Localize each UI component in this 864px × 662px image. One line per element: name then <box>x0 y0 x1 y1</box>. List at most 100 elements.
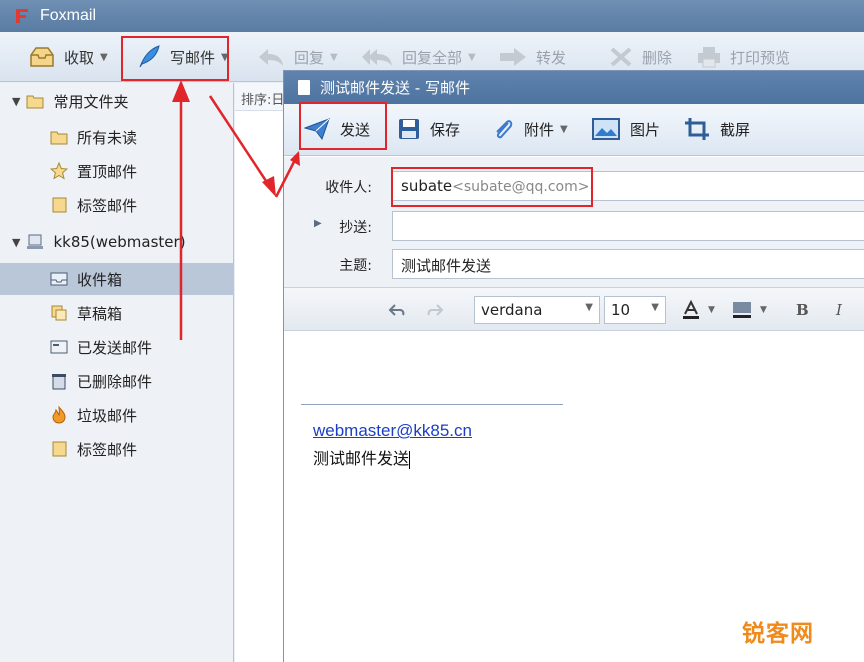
sidebar-item-all-unread[interactable]: 所有未读 <box>0 121 234 153</box>
sidebar-item-tagged[interactable]: 标签邮件 <box>0 189 234 221</box>
bookmark-icon <box>52 441 67 457</box>
bold-button[interactable]: B <box>796 296 809 324</box>
undo-icon <box>388 304 405 316</box>
sidebar-item-label: 草稿箱 <box>77 304 123 323</box>
attach-button[interactable]: 附件 ▼ <box>492 114 568 144</box>
sidebar-item-label: 标签邮件 <box>77 196 138 215</box>
paper-plane-icon <box>304 118 330 141</box>
sort-header[interactable]: 排序:日 <box>235 83 284 111</box>
chevron-down-icon[interactable]: ▼ <box>560 124 568 135</box>
redo-icon <box>427 304 444 316</box>
forward-arrow-icon <box>500 48 526 66</box>
delete-x-icon <box>610 47 632 67</box>
folder-sidebar: ▼ 常用文件夹 所有未读 置顶邮件 标签邮件 ▼ kk85(webmaster)… <box>0 83 234 662</box>
highlight-color-button[interactable]: ▼ <box>732 296 767 324</box>
chevron-down-icon[interactable]: ▼ <box>100 52 108 63</box>
receive-button[interactable]: 收取 ▼ <box>28 38 108 76</box>
compose-title: 测试邮件发送 - 写邮件 <box>320 79 470 97</box>
star-icon <box>50 162 68 180</box>
save-button[interactable]: 保存 <box>398 114 460 144</box>
receive-label: 收取 <box>64 48 95 67</box>
screenshot-button[interactable]: 截屏 <box>684 114 750 144</box>
chevron-down-icon: ▼ <box>651 302 659 313</box>
inbox-icon <box>50 272 68 286</box>
watermark-logo: 锐客网 <box>742 621 814 647</box>
chevron-down-icon[interactable]: ▼ <box>330 52 338 63</box>
compose-label: 写邮件 <box>170 48 216 67</box>
sidebar-item-label: 已发送邮件 <box>77 338 153 357</box>
chevron-down-icon[interactable]: ▼ <box>760 305 767 315</box>
message-body[interactable]: webmaster@kk85.cn 测试邮件发送 <box>284 332 864 662</box>
sidebar-item-label: 已删除邮件 <box>77 372 153 391</box>
reply-arrow-icon <box>259 49 283 66</box>
cc-label: 抄送: <box>339 220 372 236</box>
collapse-triangle-icon[interactable]: ▼ <box>12 95 20 108</box>
folder-group-label: 常用文件夹 <box>53 92 129 111</box>
sidebar-item-label: 标签邮件 <box>77 440 138 459</box>
font-size-select[interactable]: 10 ▼ <box>604 296 666 324</box>
font-color-icon <box>683 300 699 319</box>
cc-row: ▶ 抄送: <box>284 210 864 242</box>
font-size-value: 10 <box>611 301 631 319</box>
signature-divider <box>301 404 563 405</box>
bookmark-icon <box>52 197 67 213</box>
delete-label: 删除 <box>642 48 673 67</box>
image-button[interactable]: 图片 <box>592 114 660 144</box>
body-text[interactable]: 测试邮件发送 <box>313 445 411 469</box>
sidebar-item-junk[interactable]: 垃圾邮件 <box>0 399 234 431</box>
cc-field[interactable] <box>392 211 864 241</box>
forward-label: 转发 <box>536 48 567 67</box>
recipient-name[interactable]: subate <box>401 177 452 195</box>
feather-pen-icon <box>139 45 160 68</box>
account-computer-icon <box>27 234 44 249</box>
collapse-triangle-icon[interactable]: ▼ <box>12 236 20 249</box>
signature-email-link[interactable]: webmaster@kk85.cn <box>313 421 472 441</box>
sent-envelope-icon <box>50 340 68 354</box>
header-fields: 收件人: subate<subate@qq.com> ▶ 抄送: 主题: 测试邮… <box>284 157 864 287</box>
folder-icon <box>26 95 44 109</box>
compose-button[interactable]: 写邮件 ▼ <box>136 38 229 76</box>
chevron-down-icon[interactable]: ▼ <box>221 52 229 63</box>
format-toolbar: verdana ▼ 10 ▼ ▼ ▼ B I <box>284 287 864 331</box>
italic-button[interactable]: I <box>836 296 842 324</box>
sidebar-item-pinned[interactable]: 置顶邮件 <box>0 155 234 187</box>
font-color-button[interactable]: ▼ <box>682 296 715 324</box>
chevron-down-icon[interactable]: ▼ <box>468 52 476 63</box>
reply-all-label: 回复全部 <box>402 48 463 67</box>
sidebar-item-tagged-2[interactable]: 标签邮件 <box>0 433 234 465</box>
crop-screenshot-icon <box>685 118 709 140</box>
send-button[interactable]: 发送 <box>304 114 370 144</box>
print-preview-label: 打印预览 <box>730 48 791 67</box>
chevron-down-icon: ▼ <box>585 302 593 313</box>
sidebar-item-deleted[interactable]: 已删除邮件 <box>0 365 234 397</box>
sidebar-item-label: 收件箱 <box>77 270 123 289</box>
image-label: 图片 <box>630 120 661 139</box>
mail-list-pane: 排序:日 <box>235 83 285 662</box>
compose-window: 测试邮件发送 - 写邮件 发送 保存 附件 ▼ 图片 截屏 收件人: subat <box>283 70 864 662</box>
sidebar-item-label: 置顶邮件 <box>77 162 138 181</box>
to-field[interactable]: subate<subate@qq.com> <box>392 171 864 201</box>
text-caret <box>409 450 411 469</box>
font-family-select[interactable]: verdana ▼ <box>474 296 600 324</box>
folder-icon <box>50 131 68 145</box>
reply-all-arrow-icon <box>362 49 392 66</box>
sidebar-account[interactable]: ▼ kk85(webmaster) <box>0 226 234 258</box>
drafts-icon <box>51 305 67 321</box>
account-label: kk85(webmaster) <box>53 233 186 251</box>
redo-button[interactable] <box>426 296 444 324</box>
printer-icon <box>698 47 720 68</box>
expand-triangle-icon[interactable]: ▶ <box>314 218 322 229</box>
sidebar-item-inbox[interactable]: 收件箱 <box>0 263 234 295</box>
to-label: 收件人: <box>325 180 372 196</box>
trash-can-icon <box>52 374 66 390</box>
sidebar-item-drafts[interactable]: 草稿箱 <box>0 297 234 329</box>
font-family-value: verdana <box>481 301 543 319</box>
recipient-email[interactable]: <subate@qq.com> <box>452 179 589 195</box>
chevron-down-icon[interactable]: ▼ <box>708 305 715 315</box>
to-row: 收件人: subate<subate@qq.com> <box>284 170 864 202</box>
subject-field[interactable]: 测试邮件发送 <box>392 249 864 279</box>
compose-toolbar: 发送 保存 附件 ▼ 图片 截屏 <box>284 104 864 156</box>
undo-button[interactable] <box>388 296 406 324</box>
sidebar-item-sent[interactable]: 已发送邮件 <box>0 331 234 363</box>
folder-group-common[interactable]: ▼ 常用文件夹 <box>0 85 234 117</box>
